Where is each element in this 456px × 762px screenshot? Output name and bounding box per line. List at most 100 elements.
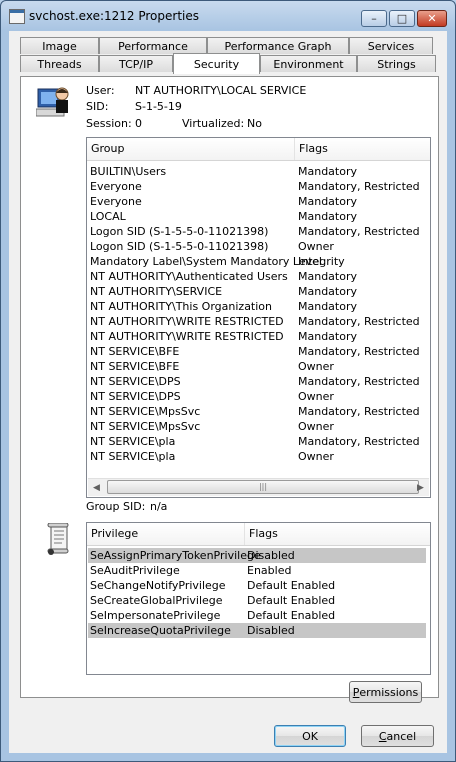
flags-column-header[interactable]: Flags	[295, 138, 430, 160]
group-flags-cell: Owner	[298, 450, 334, 463]
group-sid-value: n/a	[150, 500, 168, 513]
tab-environment[interactable]: Environment	[260, 55, 357, 72]
group-flags-cell: Mandatory	[298, 285, 358, 298]
group-name-cell: BUILTIN\Users	[90, 165, 167, 178]
group-flags-cell: Mandatory, Restricted	[298, 405, 420, 418]
group-flags-cell: Owner	[298, 420, 334, 433]
group-row[interactable]: NT AUTHORITY\WRITE RESTRICTED Mandatory, …	[87, 314, 430, 329]
dialog-client-area: Image Performance Performance Graph Serv…	[9, 31, 447, 753]
group-flags-cell: Mandatory	[298, 270, 358, 283]
group-row[interactable]: NT SERVICE\BFE Mandatory, Restricted	[87, 344, 430, 359]
privilege-row[interactable]: SeIncreaseQuotaPrivilege Disabled	[88, 623, 426, 638]
group-name-cell: Everyone	[90, 195, 142, 208]
privilege-row[interactable]: SeCreateGlobalPrivilege Default Enabled	[88, 593, 426, 608]
group-flags-cell: Owner	[298, 360, 334, 373]
group-flags-cell: Mandatory	[298, 300, 358, 313]
scroll-right-arrow-icon[interactable]: ▶	[412, 479, 429, 496]
session-value: 0	[135, 117, 142, 130]
privilege-flags-cell: Enabled	[247, 564, 292, 577]
tab-image[interactable]: Image	[20, 37, 99, 54]
tab-threads[interactable]: Threads	[20, 55, 99, 72]
session-label: Session:	[86, 117, 132, 130]
privilege-flags-cell: Default Enabled	[247, 579, 336, 592]
group-row[interactable]: NT SERVICE\pla Mandatory, Restricted	[87, 434, 430, 449]
tab-security[interactable]: Security	[173, 53, 260, 74]
group-row[interactable]: NT SERVICE\MpsSvc Owner	[87, 419, 430, 434]
group-sid-label: Group SID:	[86, 500, 146, 513]
privilege-name-cell: SeIncreaseQuotaPrivilege	[90, 624, 231, 637]
privilege-row[interactable]: SeAuditPrivilege Enabled	[88, 563, 426, 578]
group-name-cell: NT SERVICE\DPS	[90, 390, 181, 403]
cancel-button[interactable]: Cancel	[361, 725, 434, 747]
privilege-row[interactable]: SeChangeNotifyPrivilege Default Enabled	[88, 578, 426, 593]
privileges-list[interactable]: Privilege Flags SeAssignPrimaryTokenPriv…	[86, 522, 431, 675]
group-row[interactable]: NT AUTHORITY\SERVICE Mandatory	[87, 284, 430, 299]
application-icon	[9, 9, 25, 24]
privilege-name-cell: SeChangeNotifyPrivilege	[90, 579, 226, 592]
group-row[interactable]: NT AUTHORITY\Authenticated Users Mandator…	[87, 269, 430, 284]
groups-list-header: Group Flags	[87, 138, 430, 161]
scrollbar-thumb[interactable]: |||	[107, 480, 419, 494]
sid-value: S-1-5-19	[135, 100, 182, 113]
group-row[interactable]: Everyone Mandatory	[87, 194, 430, 209]
tab-services[interactable]: Services	[349, 37, 433, 54]
scroll-left-arrow-icon[interactable]: ◀	[88, 479, 105, 496]
group-row[interactable]: NT SERVICE\BFE Owner	[87, 359, 430, 374]
group-name-cell: Everyone	[90, 180, 142, 193]
scroll-document-icon	[47, 523, 69, 555]
privilege-row[interactable]: SeAssignPrimaryTokenPrivilege Disabled	[88, 548, 426, 563]
group-flags-cell: Mandatory, Restricted	[298, 435, 420, 448]
group-row[interactable]: BUILTIN\Users Mandatory	[87, 164, 430, 179]
virtualized-value: No	[247, 117, 262, 130]
group-name-cell: NT AUTHORITY\SERVICE	[90, 285, 223, 298]
group-flags-cell: Mandatory, Restricted	[298, 375, 420, 388]
groups-horizontal-scrollbar[interactable]: ◀ ||| ▶	[88, 478, 429, 496]
group-flags-cell: Mandatory	[298, 195, 358, 208]
group-row[interactable]: Logon SID (S-1-5-5-0-11021398) Owner	[87, 239, 430, 254]
group-name-cell: Logon SID (S-1-5-5-0-11021398)	[90, 240, 269, 253]
tab-tcpip[interactable]: TCP/IP	[99, 55, 173, 72]
group-row[interactable]: NT SERVICE\MpsSvc Mandatory, Restricted	[87, 404, 430, 419]
privilege-name-cell: SeAssignPrimaryTokenPrivilege	[90, 549, 261, 562]
tab-performance[interactable]: Performance	[99, 37, 207, 54]
privileges-list-header: Privilege Flags	[87, 523, 430, 546]
tab-performance-graph[interactable]: Performance Graph	[207, 37, 349, 54]
privilege-flags-cell: Disabled	[247, 624, 295, 637]
window-title: svchost.exe:1212 Properties	[29, 9, 199, 23]
group-row[interactable]: Mandatory Label\System Mandatory Level In…	[87, 254, 430, 269]
group-flags-cell: Integrity	[298, 255, 345, 268]
group-row[interactable]: NT AUTHORITY\This Organization Mandatory	[87, 299, 430, 314]
privilege-flags-column-header[interactable]: Flags	[245, 523, 430, 545]
group-flags-cell: Mandatory	[298, 210, 358, 223]
permissions-label: ermissions	[359, 685, 419, 699]
title-bar[interactable]: svchost.exe:1212 Properties – □ ✕	[1, 1, 455, 31]
security-panel: User: NT AUTHORITY\LOCAL SERVICE SID: S-…	[20, 76, 439, 698]
group-row[interactable]: Logon SID (S-1-5-5-0-11021398) Mandatory,…	[87, 224, 430, 239]
group-name-cell: NT SERVICE\MpsSvc	[90, 420, 201, 433]
group-flags-cell: Owner	[298, 240, 334, 253]
groups-list[interactable]: Group Flags BUILTIN\Users Mandatory Everyo…	[86, 137, 431, 498]
permissions-button[interactable]: Permissions	[349, 681, 422, 703]
ok-button[interactable]: OK	[274, 725, 346, 747]
group-flags-cell: Mandatory, Restricted	[298, 345, 420, 358]
user-label: User:	[86, 84, 115, 97]
group-row[interactable]: LOCAL Mandatory	[87, 209, 430, 224]
close-button[interactable]: ✕	[417, 10, 447, 27]
privilege-row[interactable]: SeImpersonatePrivilege Default Enabled	[88, 608, 426, 623]
group-name-cell: Mandatory Label\System Mandatory Level	[90, 255, 322, 268]
group-row[interactable]: NT SERVICE\DPS Mandatory, Restricted	[87, 374, 430, 389]
group-row[interactable]: NT AUTHORITY\WRITE RESTRICTED Mandatory	[87, 329, 430, 344]
maximize-button[interactable]: □	[389, 10, 415, 27]
group-column-header[interactable]: Group	[87, 138, 295, 160]
minimize-button[interactable]: –	[361, 10, 387, 27]
group-row[interactable]: Everyone Mandatory, Restricted	[87, 179, 430, 194]
privilege-name-cell: SeCreateGlobalPrivilege	[90, 594, 223, 607]
group-row[interactable]: NT SERVICE\pla Owner	[87, 449, 430, 464]
group-row[interactable]: NT SERVICE\DPS Owner	[87, 389, 430, 404]
privilege-column-header[interactable]: Privilege	[87, 523, 245, 545]
cancel-label: ancel	[386, 729, 417, 743]
group-name-cell: NT SERVICE\BFE	[90, 360, 180, 373]
group-flags-cell: Mandatory	[298, 165, 358, 178]
permissions-accelerator: P	[352, 685, 360, 699]
tab-strings[interactable]: Strings	[357, 55, 436, 72]
